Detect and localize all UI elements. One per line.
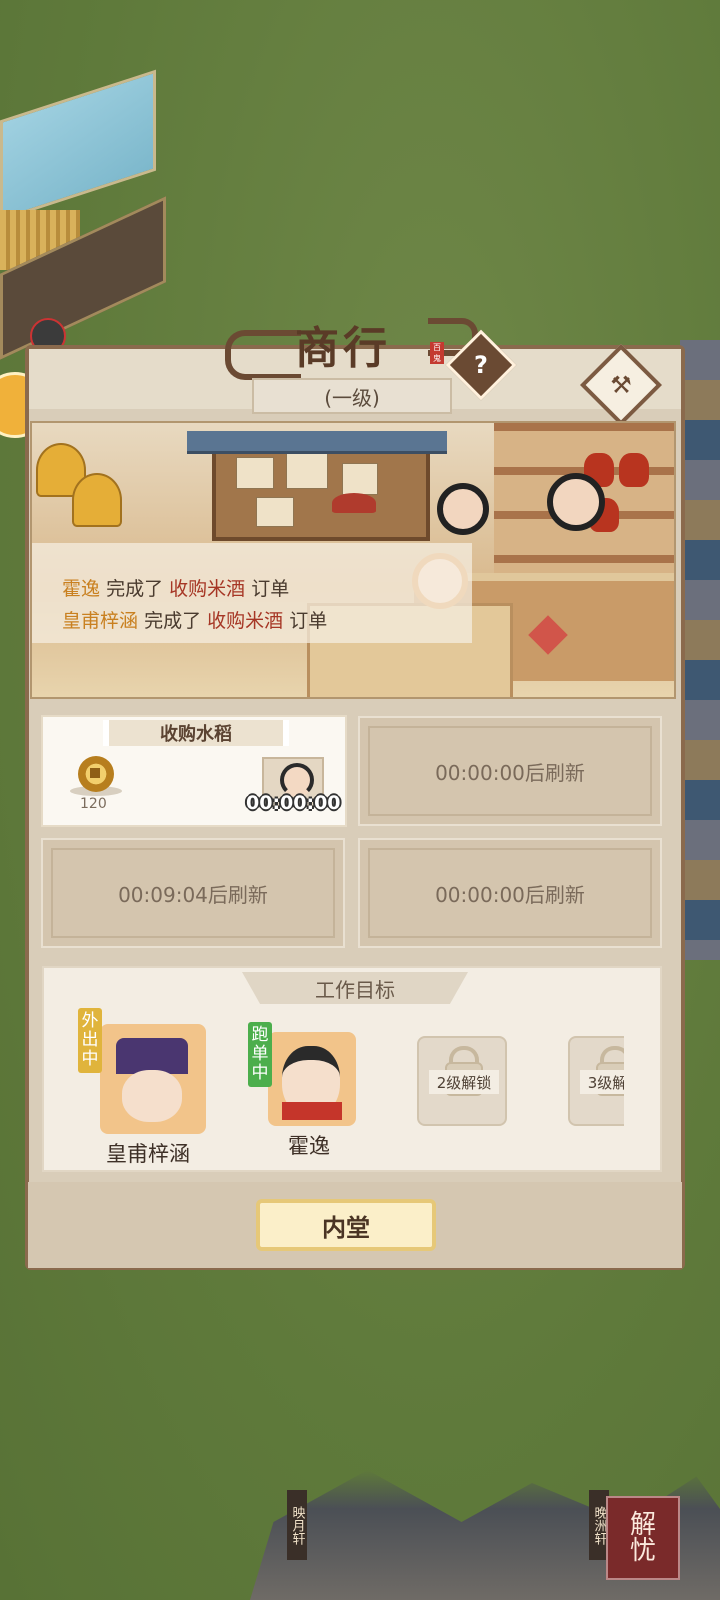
hammer-icon: ⚒ <box>610 371 632 399</box>
log-worker-name: 霍逸 <box>62 578 101 600</box>
scene-paper <box>286 453 328 489</box>
lock-label: 2级解锁 <box>429 1070 499 1094</box>
level-label: (一级) <box>252 378 452 414</box>
worker-face <box>122 1070 182 1122</box>
worker-name: 皇甫梓涵 <box>106 1142 190 1166</box>
scene-paper <box>236 457 274 489</box>
log-suffix: 订单 <box>289 610 328 632</box>
scene-character <box>547 473 605 531</box>
worker-card[interactable] <box>268 1032 356 1126</box>
order-tag: 收购水稻 <box>103 720 289 746</box>
worker-scarf <box>282 1102 342 1120</box>
scene-character <box>437 483 489 535</box>
worker-name: 霍逸 <box>288 1134 330 1158</box>
locked-worker-slot[interactable]: 3级解锁 <box>568 1036 624 1126</box>
order-reward: 120 <box>80 796 107 812</box>
log-order-name: 收购米酒 <box>169 578 246 600</box>
scene-paper <box>342 463 378 495</box>
jieyou-char-2: 忧 <box>629 1536 656 1566</box>
worker-hat <box>116 1038 188 1074</box>
worker-card[interactable] <box>100 1024 206 1134</box>
activity-log: 霍逸 完成了 收购米酒 订单 皇甫梓涵 完成了 收购米酒 订单 <box>32 543 472 643</box>
refresh-timer: 00:00:00后刷新 <box>435 882 585 907</box>
refresh-timer: 00:09:04后刷新 <box>118 882 268 907</box>
log-order-name: 收购米酒 <box>207 610 284 632</box>
inner-hall-button[interactable]: 内堂 <box>256 1199 436 1251</box>
sign-yingyue[interactable]: 映月轩 <box>287 1490 307 1560</box>
order-slot-empty[interactable]: 00:09:04后刷新 <box>41 838 345 948</box>
refresh-timer: 00:00:00后刷新 <box>435 760 585 785</box>
jieyou-button[interactable]: 解 忧 <box>606 1496 680 1580</box>
lock-label: 3级解锁 <box>580 1070 624 1094</box>
map-town-right <box>680 340 720 960</box>
log-line: 霍逸 完成了 收购米酒 订单 <box>62 573 472 605</box>
order-slot-empty[interactable]: 00:00:00后刷新 <box>358 838 662 948</box>
help-icon: ? <box>474 351 488 379</box>
log-line: 皇甫梓涵 完成了 收购米酒 订单 <box>62 605 472 637</box>
log-verb: 完成了 <box>144 610 202 632</box>
locked-slot-clip: 3级解锁 <box>568 1036 624 1126</box>
title-seal: 百鬼 <box>430 342 444 364</box>
jieyou-char-1: 解 <box>629 1510 656 1540</box>
scene-counter-ornament <box>528 615 568 655</box>
scene-jar <box>619 453 649 487</box>
log-verb: 完成了 <box>106 578 164 600</box>
work-target-title: 工作目标 <box>242 972 468 1004</box>
title-swirl-left <box>225 330 301 380</box>
worker-status-badge: 跑单中 <box>248 1022 272 1087</box>
log-worker-name: 皇甫梓涵 <box>62 610 139 632</box>
panel-title: 商行 <box>295 323 391 374</box>
scene-roof <box>187 431 447 454</box>
bell-icon <box>72 473 122 527</box>
scene-paper <box>256 497 294 527</box>
worker-status-badge: 外出中 <box>78 1008 102 1073</box>
order-slot-empty[interactable]: 00:00:00后刷新 <box>358 716 662 826</box>
log-suffix: 订单 <box>251 578 290 600</box>
scene-character <box>332 493 376 513</box>
locked-worker-slot[interactable]: 2级解锁 <box>417 1036 507 1126</box>
copper-coin-icon <box>78 756 114 792</box>
order-timer: 00:00:00 <box>246 792 341 814</box>
